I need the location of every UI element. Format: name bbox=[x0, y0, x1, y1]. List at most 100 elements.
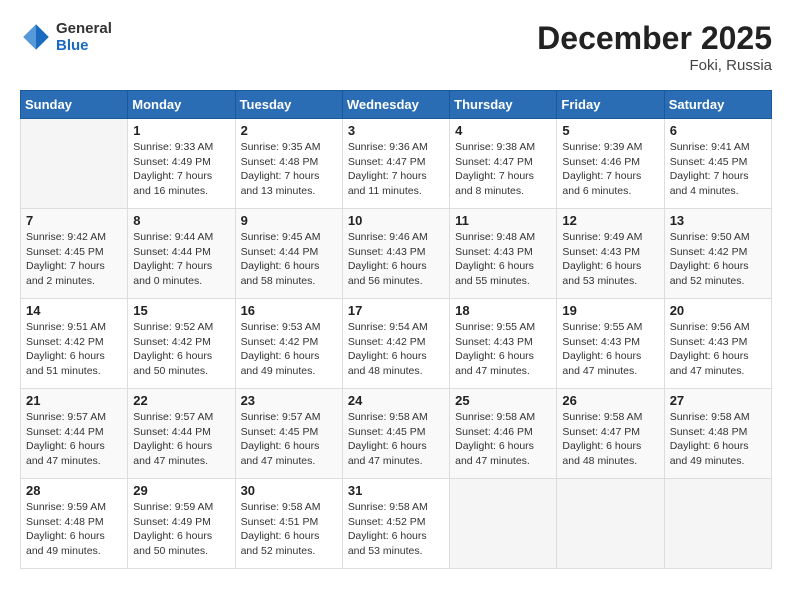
day-number: 30 bbox=[241, 483, 337, 498]
calendar-cell: 10Sunrise: 9:46 AM Sunset: 4:43 PM Dayli… bbox=[342, 209, 449, 299]
calendar-cell bbox=[450, 479, 557, 569]
calendar-cell: 8Sunrise: 9:44 AM Sunset: 4:44 PM Daylig… bbox=[128, 209, 235, 299]
day-info: Sunrise: 9:50 AM Sunset: 4:42 PM Dayligh… bbox=[670, 230, 766, 289]
logo-general: General bbox=[56, 20, 112, 37]
month-title: December 2025 bbox=[537, 20, 772, 57]
day-number: 7 bbox=[26, 213, 122, 228]
calendar-cell bbox=[21, 119, 128, 209]
calendar-cell: 21 Sunrise: 9:57 AM Sunset: 4:44 PM Dayli… bbox=[21, 389, 128, 479]
weekday-header: Sunday bbox=[21, 91, 128, 119]
day-info: Sunrise: 9:57 AM Sunset: 4:45 PM Dayligh… bbox=[241, 410, 337, 469]
day-number: 2 bbox=[241, 123, 337, 138]
day-number: 3 bbox=[348, 123, 444, 138]
day-number: 16 bbox=[241, 303, 337, 318]
day-number: 14 bbox=[26, 303, 122, 318]
day-info: Sunrise: 9:58 AM Sunset: 4:52 PM Dayligh… bbox=[348, 500, 444, 559]
calendar-cell: 28 Sunrise: 9:59 AM Sunset: 4:48 PM Dayli… bbox=[21, 479, 128, 569]
calendar-cell: 23 Sunrise: 9:57 AM Sunset: 4:45 PM Dayli… bbox=[235, 389, 342, 479]
day-number: 4 bbox=[455, 123, 551, 138]
day-number: 1 bbox=[133, 123, 229, 138]
calendar-cell: 4 Sunrise: 9:38 AM Sunset: 4:47 PM Daylig… bbox=[450, 119, 557, 209]
day-number: 17 bbox=[348, 303, 444, 318]
day-info: Sunrise: 9:58 AM Sunset: 4:51 PM Dayligh… bbox=[241, 500, 337, 559]
day-info: Sunrise: 9:59 AM Sunset: 4:48 PM Dayligh… bbox=[26, 500, 122, 559]
calendar-cell: 9 Sunrise: 9:45 AM Sunset: 4:44 PM Daylig… bbox=[235, 209, 342, 299]
day-info: Sunrise: 9:36 AM Sunset: 4:47 PM Dayligh… bbox=[348, 140, 444, 199]
day-info: Sunrise: 9:49 AM Sunset: 4:43 PM Dayligh… bbox=[562, 230, 658, 289]
logo: General Blue bbox=[20, 20, 112, 54]
calendar-cell: 26 Sunrise: 9:58 AM Sunset: 4:47 PM Dayli… bbox=[557, 389, 664, 479]
day-number: 12 bbox=[562, 213, 658, 228]
day-info: Sunrise: 9:38 AM Sunset: 4:47 PM Dayligh… bbox=[455, 140, 551, 199]
weekday-header: Wednesday bbox=[342, 91, 449, 119]
logo-blue: Blue bbox=[56, 37, 112, 54]
calendar-cell: 1 Sunrise: 9:33 AM Sunset: 4:49 PM Daylig… bbox=[128, 119, 235, 209]
day-number: 25 bbox=[455, 393, 551, 408]
day-number: 21 bbox=[26, 393, 122, 408]
calendar-cell: 19 Sunrise: 9:55 AM Sunset: 4:43 PM Dayli… bbox=[557, 299, 664, 389]
day-info: Sunrise: 9:51 AM Sunset: 4:42 PM Dayligh… bbox=[26, 320, 122, 379]
calendar-cell: 7Sunrise: 9:42 AM Sunset: 4:45 PM Daylig… bbox=[21, 209, 128, 299]
day-info: Sunrise: 9:48 AM Sunset: 4:43 PM Dayligh… bbox=[455, 230, 551, 289]
calendar-cell: 17 Sunrise: 9:54 AM Sunset: 4:42 PM Dayli… bbox=[342, 299, 449, 389]
calendar-cell: 14 Sunrise: 9:51 AM Sunset: 4:42 PM Dayli… bbox=[21, 299, 128, 389]
calendar-table: SundayMondayTuesdayWednesdayThursdayFrid… bbox=[20, 90, 772, 569]
day-info: Sunrise: 9:58 AM Sunset: 4:47 PM Dayligh… bbox=[562, 410, 658, 469]
week-row: 28 Sunrise: 9:59 AM Sunset: 4:48 PM Dayli… bbox=[21, 479, 772, 569]
title-block: December 2025 Foki, Russia bbox=[537, 20, 772, 74]
day-info: Sunrise: 9:56 AM Sunset: 4:43 PM Dayligh… bbox=[670, 320, 766, 379]
day-info: Sunrise: 9:53 AM Sunset: 4:42 PM Dayligh… bbox=[241, 320, 337, 379]
day-info: Sunrise: 9:57 AM Sunset: 4:44 PM Dayligh… bbox=[26, 410, 122, 469]
day-number: 19 bbox=[562, 303, 658, 318]
day-number: 27 bbox=[670, 393, 766, 408]
calendar-cell bbox=[557, 479, 664, 569]
day-info: Sunrise: 9:55 AM Sunset: 4:43 PM Dayligh… bbox=[562, 320, 658, 379]
weekday-header: Friday bbox=[557, 91, 664, 119]
day-info: Sunrise: 9:54 AM Sunset: 4:42 PM Dayligh… bbox=[348, 320, 444, 379]
calendar-cell: 30 Sunrise: 9:58 AM Sunset: 4:51 PM Dayli… bbox=[235, 479, 342, 569]
calendar-cell: 5Sunrise: 9:39 AM Sunset: 4:46 PM Daylig… bbox=[557, 119, 664, 209]
day-info: Sunrise: 9:33 AM Sunset: 4:49 PM Dayligh… bbox=[133, 140, 229, 199]
calendar-cell: 24Sunrise: 9:58 AM Sunset: 4:45 PM Dayli… bbox=[342, 389, 449, 479]
week-row: 7Sunrise: 9:42 AM Sunset: 4:45 PM Daylig… bbox=[21, 209, 772, 299]
day-info: Sunrise: 9:55 AM Sunset: 4:43 PM Dayligh… bbox=[455, 320, 551, 379]
logo-icon bbox=[20, 21, 52, 53]
day-number: 28 bbox=[26, 483, 122, 498]
calendar-cell: 22 Sunrise: 9:57 AM Sunset: 4:44 PM Dayli… bbox=[128, 389, 235, 479]
calendar-cell: 13 Sunrise: 9:50 AM Sunset: 4:42 PM Dayli… bbox=[664, 209, 771, 299]
calendar-cell: 25 Sunrise: 9:58 AM Sunset: 4:46 PM Dayli… bbox=[450, 389, 557, 479]
day-number: 13 bbox=[670, 213, 766, 228]
calendar-cell: 27 Sunrise: 9:58 AM Sunset: 4:48 PM Dayli… bbox=[664, 389, 771, 479]
calendar-cell: 31Sunrise: 9:58 AM Sunset: 4:52 PM Dayli… bbox=[342, 479, 449, 569]
location: Foki, Russia bbox=[537, 57, 772, 74]
week-row: 14 Sunrise: 9:51 AM Sunset: 4:42 PM Dayli… bbox=[21, 299, 772, 389]
day-info: Sunrise: 9:52 AM Sunset: 4:42 PM Dayligh… bbox=[133, 320, 229, 379]
calendar-cell: 12 Sunrise: 9:49 AM Sunset: 4:43 PM Dayli… bbox=[557, 209, 664, 299]
day-number: 15 bbox=[133, 303, 229, 318]
day-info: Sunrise: 9:45 AM Sunset: 4:44 PM Dayligh… bbox=[241, 230, 337, 289]
day-number: 22 bbox=[133, 393, 229, 408]
day-number: 23 bbox=[241, 393, 337, 408]
day-info: Sunrise: 9:44 AM Sunset: 4:44 PM Dayligh… bbox=[133, 230, 229, 289]
calendar-cell: 3 Sunrise: 9:36 AM Sunset: 4:47 PM Daylig… bbox=[342, 119, 449, 209]
calendar-cell: 16 Sunrise: 9:53 AM Sunset: 4:42 PM Dayli… bbox=[235, 299, 342, 389]
weekday-header: Tuesday bbox=[235, 91, 342, 119]
day-info: Sunrise: 9:58 AM Sunset: 4:46 PM Dayligh… bbox=[455, 410, 551, 469]
day-number: 29 bbox=[133, 483, 229, 498]
day-number: 18 bbox=[455, 303, 551, 318]
weekday-header: Thursday bbox=[450, 91, 557, 119]
day-number: 26 bbox=[562, 393, 658, 408]
day-number: 11 bbox=[455, 213, 551, 228]
calendar-cell: 18 Sunrise: 9:55 AM Sunset: 4:43 PM Dayli… bbox=[450, 299, 557, 389]
calendar-cell: 11 Sunrise: 9:48 AM Sunset: 4:43 PM Dayli… bbox=[450, 209, 557, 299]
day-info: Sunrise: 9:58 AM Sunset: 4:48 PM Dayligh… bbox=[670, 410, 766, 469]
day-info: Sunrise: 9:57 AM Sunset: 4:44 PM Dayligh… bbox=[133, 410, 229, 469]
week-row: 1 Sunrise: 9:33 AM Sunset: 4:49 PM Daylig… bbox=[21, 119, 772, 209]
logo-text: General Blue bbox=[56, 20, 112, 54]
calendar-cell bbox=[664, 479, 771, 569]
day-info: Sunrise: 9:39 AM Sunset: 4:46 PM Dayligh… bbox=[562, 140, 658, 199]
calendar-cell: 15 Sunrise: 9:52 AM Sunset: 4:42 PM Dayli… bbox=[128, 299, 235, 389]
day-number: 10 bbox=[348, 213, 444, 228]
day-number: 9 bbox=[241, 213, 337, 228]
weekday-header: Saturday bbox=[664, 91, 771, 119]
